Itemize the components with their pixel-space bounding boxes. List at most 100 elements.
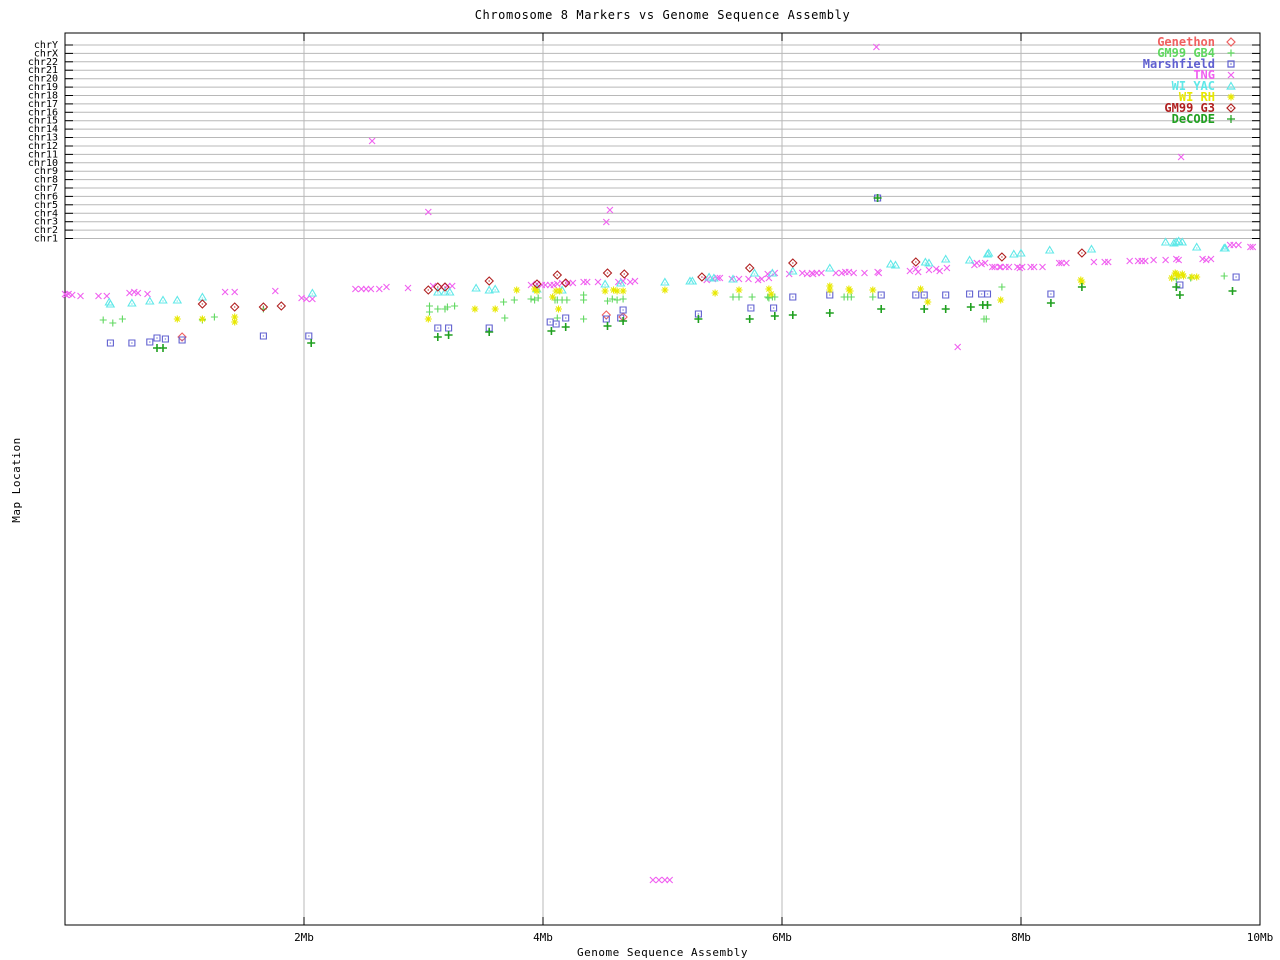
data-point-wi-rh-marker xyxy=(869,286,877,294)
x-tick-label: 10Mb xyxy=(1247,931,1274,944)
chart-screen: Chromosome 8 Markers vs Genome Sequence … xyxy=(0,0,1280,960)
data-point-tng-marker xyxy=(271,287,279,295)
data-point-tng-marker xyxy=(95,292,102,300)
plot-area: chrYchrXchr22chr21chr20chr19chr18chr17ch… xyxy=(28,32,1274,944)
data-point-marshfield-marker xyxy=(619,306,627,314)
data-point-marshfield-marker xyxy=(305,332,313,340)
data-point-wi-yac-marker xyxy=(471,283,481,292)
data-point-decode-marker xyxy=(770,312,779,320)
data-point-gm99-gb4-marker xyxy=(118,315,126,323)
data-point-marshfield-marker xyxy=(259,332,267,340)
data-point-tng-marker xyxy=(424,208,432,216)
data-point-wi-rh-marker xyxy=(997,296,1005,304)
data-point-gm99-gb4-marker xyxy=(613,296,621,304)
data-point-decode-marker xyxy=(1172,283,1181,291)
data-point-wi-rh-marker xyxy=(735,286,743,294)
data-point-tng-marker xyxy=(1207,255,1215,263)
legend-marker-tng-icon xyxy=(1227,71,1235,79)
data-point-gm99-gb4-marker xyxy=(580,315,588,323)
data-point-tng-marker xyxy=(954,343,962,351)
data-point-wi-rh-marker xyxy=(917,285,925,293)
legend-marker-gm99-g3-icon xyxy=(1226,103,1236,113)
data-point-wi-yac-marker xyxy=(1086,244,1097,253)
data-point-gm99-g3-marker xyxy=(788,258,798,268)
data-point-gm99-gb4-marker xyxy=(451,302,459,310)
data-point-tng-marker xyxy=(925,266,933,274)
data-point-wi-yac-marker xyxy=(127,298,137,307)
data-point-marshfield-marker xyxy=(789,293,797,301)
data-point-marshfield-marker xyxy=(178,336,186,344)
data-point-decode-marker xyxy=(983,301,992,309)
data-point-wi-rh-marker xyxy=(491,305,499,313)
data-point-wi-rh-marker xyxy=(619,287,627,295)
data-point-marshfield-marker xyxy=(128,339,136,347)
data-point-wi-rh-marker xyxy=(711,289,719,297)
data-point-gm99-g3-marker xyxy=(423,285,434,295)
series-marshfield xyxy=(106,194,1240,347)
data-point-decode-marker xyxy=(444,331,453,339)
y-tick-label: chr1 xyxy=(34,234,58,245)
data-point-decode-marker xyxy=(825,309,834,317)
data-point-tng-marker xyxy=(383,283,390,291)
data-point-marshfield-marker xyxy=(106,339,114,347)
data-point-wi-rh-marker xyxy=(549,293,557,301)
data-point-marshfield-marker xyxy=(1047,290,1055,298)
data-point-wi-rh-marker xyxy=(198,315,206,323)
data-point-tng-marker xyxy=(1104,258,1112,266)
data-point-tng-marker xyxy=(594,278,602,286)
data-point-marshfield-marker xyxy=(546,318,554,326)
data-point-decode-marker xyxy=(1046,299,1055,307)
data-point-gm99-g3-marker xyxy=(1077,248,1087,258)
series-decode xyxy=(153,194,1237,352)
data-point-wi-rh-marker xyxy=(924,298,932,306)
data-point-gm99-g3-marker xyxy=(997,252,1007,262)
series-gm99-g3 xyxy=(197,248,1087,312)
data-point-gm99-gb4-marker xyxy=(426,302,433,310)
data-point-tng-marker xyxy=(914,268,922,276)
data-point-gm99-g3-marker xyxy=(197,299,208,309)
data-point-tng-marker xyxy=(1005,263,1013,271)
data-point-decode-marker xyxy=(159,344,167,352)
data-point-wi-yac-marker xyxy=(1160,237,1171,246)
data-point-gm99-g3-marker xyxy=(552,270,563,280)
data-point-gm99-gb4-marker xyxy=(210,313,218,321)
data-point-tng-marker xyxy=(367,285,375,293)
data-point-tng-marker xyxy=(231,288,239,296)
data-point-tng-marker xyxy=(1141,257,1149,265)
data-point-wi-rh-marker xyxy=(173,315,181,323)
data-point-gm99-gb4-marker xyxy=(501,314,509,322)
data-point-marshfield-marker xyxy=(552,320,560,328)
data-point-gm99-gb4-marker xyxy=(735,293,743,301)
data-point-gm99-g3-marker xyxy=(911,257,921,267)
data-point-wi-rh-marker xyxy=(556,287,564,295)
series-wi-yac xyxy=(104,236,1231,308)
x-tick-label: 2Mb xyxy=(294,931,314,944)
data-point-gm99-gb4-marker xyxy=(426,308,433,316)
data-point-decode-marker xyxy=(307,339,316,347)
data-point-tng-marker xyxy=(1090,258,1098,266)
data-point-tng-marker xyxy=(1235,241,1242,249)
data-point-wi-yac-marker xyxy=(172,295,183,304)
data-point-marshfield-marker xyxy=(1232,273,1240,281)
data-point-wi-yac-marker xyxy=(490,284,500,293)
data-point-gm99-g3-marker xyxy=(744,263,755,273)
data-point-wi-rh-marker xyxy=(826,286,834,294)
data-point-gm99-g3-marker xyxy=(229,302,240,312)
data-point-gm99-gb4-marker xyxy=(510,296,518,304)
data-point-gm99-gb4-marker xyxy=(527,295,535,303)
data-point-marshfield-marker xyxy=(562,314,570,322)
data-point-decode-marker xyxy=(745,315,754,323)
data-point-wi-yac-marker xyxy=(825,263,835,272)
data-point-tng-marker xyxy=(745,275,752,283)
data-point-wi-yac-marker xyxy=(1044,245,1055,254)
data-point-wi-rh-marker xyxy=(661,286,669,294)
data-point-wi-yac-marker xyxy=(600,279,610,288)
data-point-marshfield-marker xyxy=(966,290,974,298)
data-point-gm99-gb4-marker xyxy=(563,296,571,304)
data-point-wi-rh-marker xyxy=(471,305,479,313)
data-point-wi-yac-marker xyxy=(197,292,208,301)
data-point-wi-yac-marker xyxy=(1191,242,1202,251)
data-point-marshfield-marker xyxy=(434,324,442,332)
data-point-decode-marker xyxy=(941,305,950,313)
data-point-wi-rh-marker xyxy=(601,287,609,295)
